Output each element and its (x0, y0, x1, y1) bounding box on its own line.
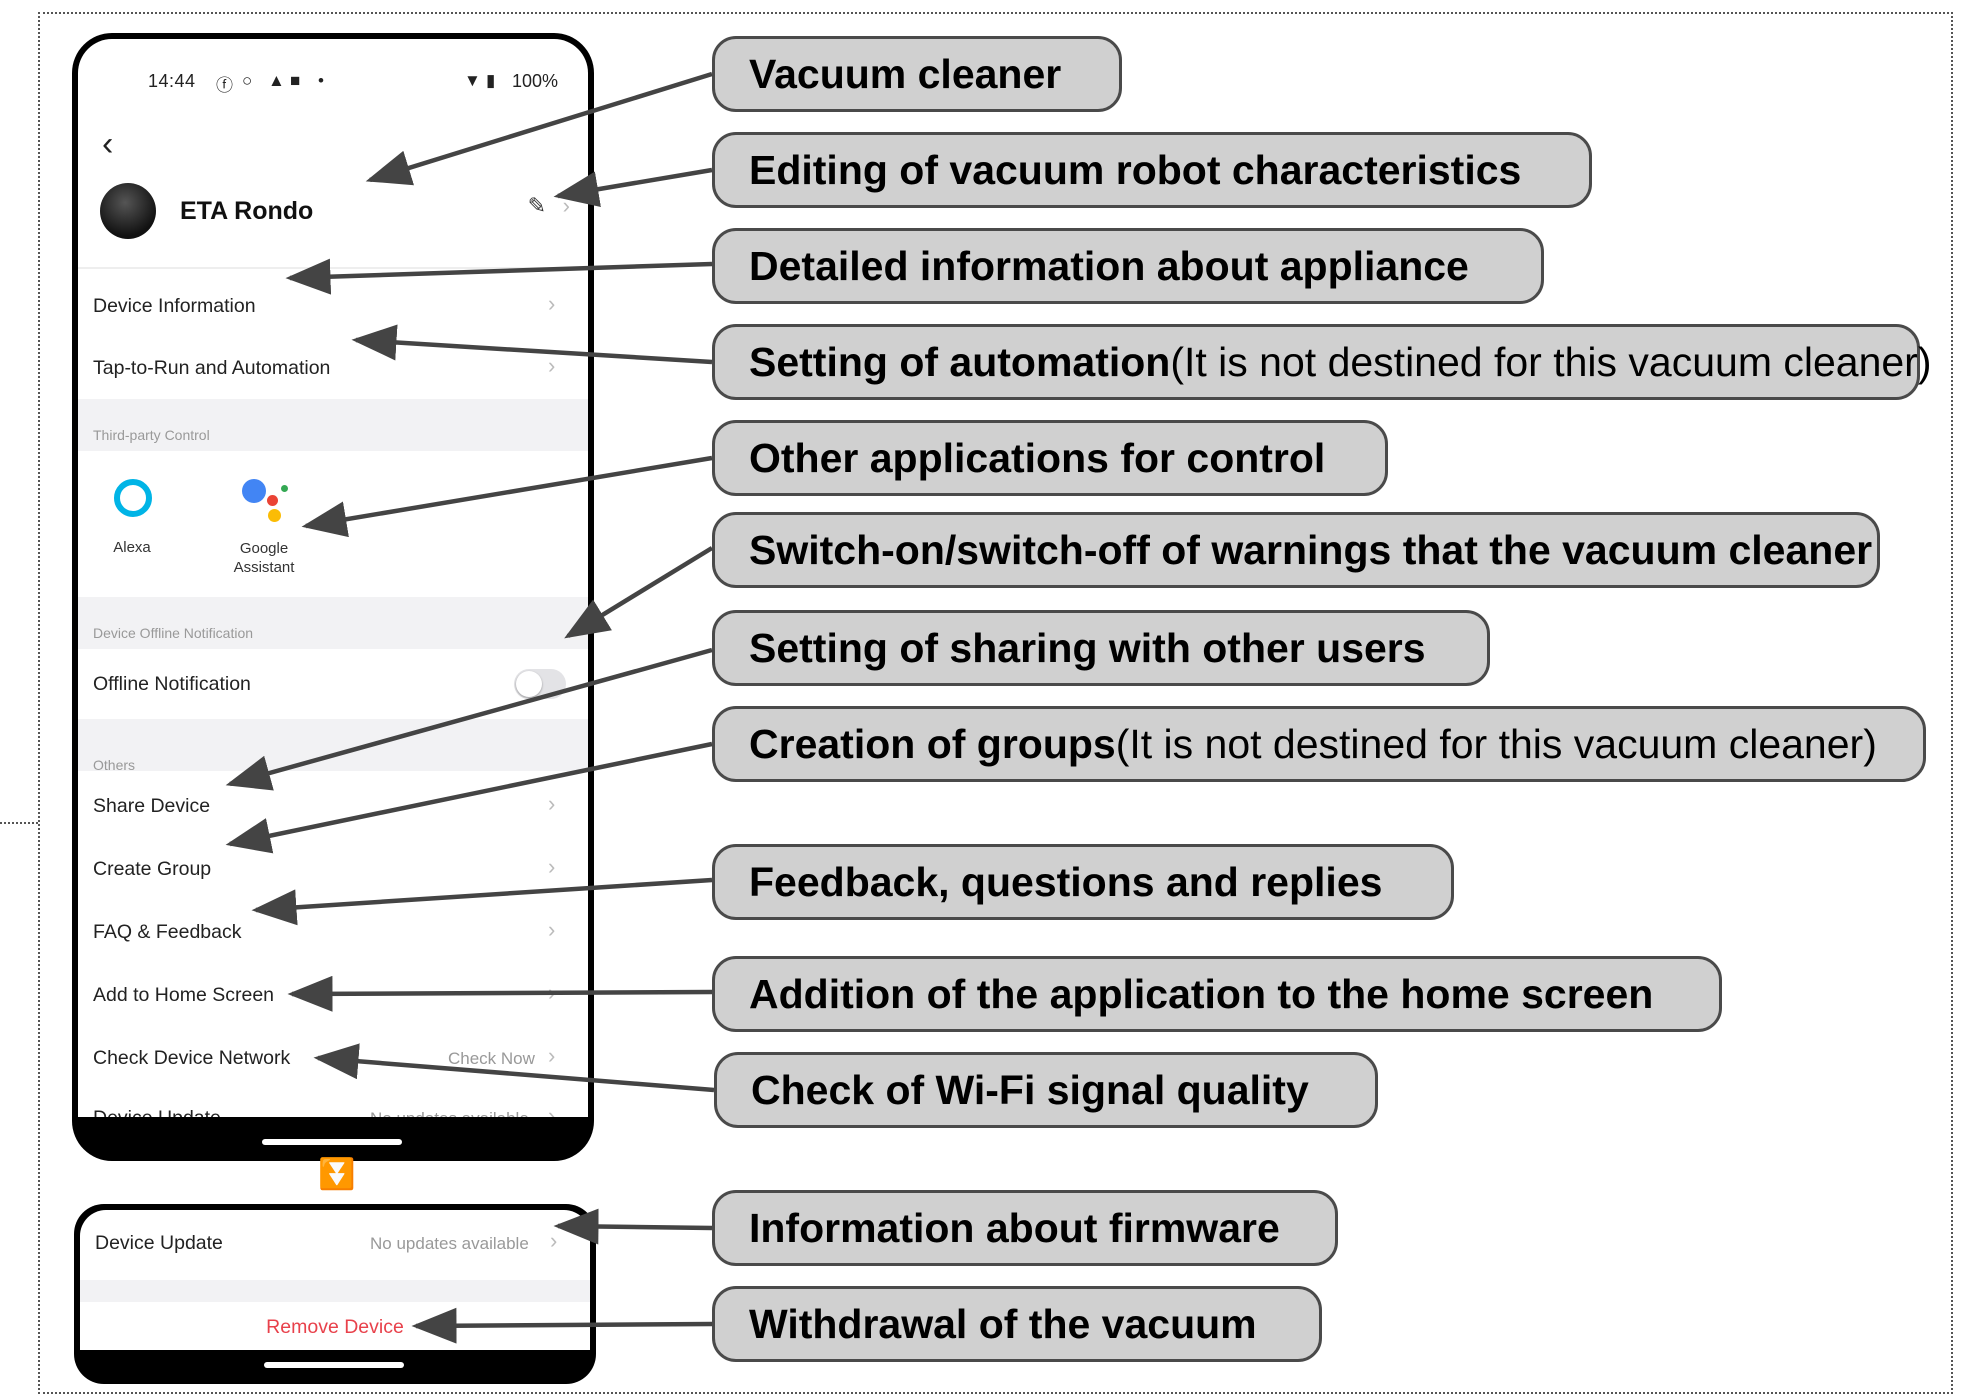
arrow-warnings (564, 546, 714, 639)
arrow-vacuum-cleaner (365, 71, 713, 186)
arrow-feedback (251, 877, 713, 926)
arrow-sharing (225, 647, 713, 791)
arrow-wifi-check (313, 1043, 715, 1093)
arrow-editing (553, 167, 713, 208)
arrow-other-apps (301, 455, 713, 538)
arrow-automation (351, 324, 713, 365)
arrow-home-screen (287, 975, 713, 1012)
callout-arrows (225, 71, 715, 1344)
arrow-groups (225, 741, 713, 854)
arrow-detailed-info (285, 258, 713, 295)
arrow-firmware (553, 1208, 713, 1245)
arrow-withdrawal (411, 1307, 713, 1344)
